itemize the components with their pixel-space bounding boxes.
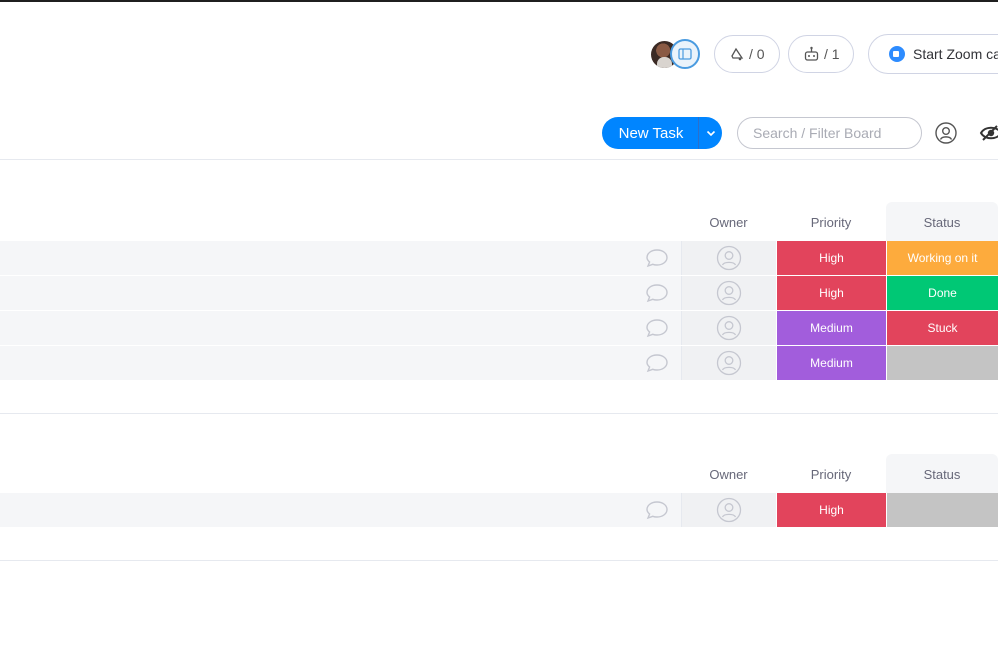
automation-count: / 1 [824,46,840,62]
activity-count: / 0 [749,46,765,62]
person-placeholder-icon[interactable] [681,241,776,275]
person-placeholder-icon[interactable] [681,311,776,345]
owner-column-header[interactable]: Owner [681,467,776,482]
speech-bubble-icon[interactable] [640,241,674,275]
speech-bubble-icon[interactable] [640,311,674,345]
toolbar-divider [0,159,998,160]
priority-column-header[interactable]: Priority [776,467,886,482]
status-cell[interactable]: Done [886,276,998,310]
activity-button[interactable]: / 0 [714,35,780,73]
group-divider [0,413,998,414]
new-task-button[interactable]: New Task [602,117,722,149]
priority-cell[interactable]: Medium [776,311,886,345]
start-zoom-call-button[interactable]: Start Zoom ca [868,34,998,74]
robot-icon [804,46,819,61]
priority-cell[interactable]: High [776,276,886,310]
zoom-icon [889,46,905,62]
priority-cell[interactable]: Medium [776,346,886,380]
integrations-icon[interactable] [670,39,700,69]
priority-cell[interactable]: High [776,493,886,527]
status-cell[interactable] [886,493,998,527]
speech-bubble-icon[interactable] [640,346,674,380]
priority-column-header[interactable]: Priority [776,215,886,230]
group-divider [0,560,998,561]
status-column-header[interactable]: Status [886,215,998,230]
status-column-header[interactable]: Status [886,467,998,482]
status-cell[interactable]: Stuck [886,311,998,345]
status-cell[interactable] [886,346,998,380]
person-placeholder-icon[interactable] [681,493,776,527]
top-border [0,0,998,2]
eye-icon[interactable] [979,123,998,143]
owner-column-header[interactable]: Owner [681,215,776,230]
automations-button[interactable]: / 1 [788,35,854,73]
search-placeholder: Search / Filter Board [753,125,882,141]
chevron-down-icon[interactable] [699,130,722,137]
search-filter-input[interactable]: Search / Filter Board [737,117,922,149]
new-task-label: New Task [618,124,684,142]
status-cell[interactable]: Working on it [886,241,998,275]
person-placeholder-icon[interactable] [681,346,776,380]
activity-icon [731,47,744,61]
person-placeholder-icon[interactable] [681,276,776,310]
priority-cell[interactable]: High [776,241,886,275]
zoom-label: Start Zoom ca [913,46,998,62]
speech-bubble-icon[interactable] [640,493,674,527]
person-filter-icon[interactable] [934,121,958,145]
speech-bubble-icon[interactable] [640,276,674,310]
